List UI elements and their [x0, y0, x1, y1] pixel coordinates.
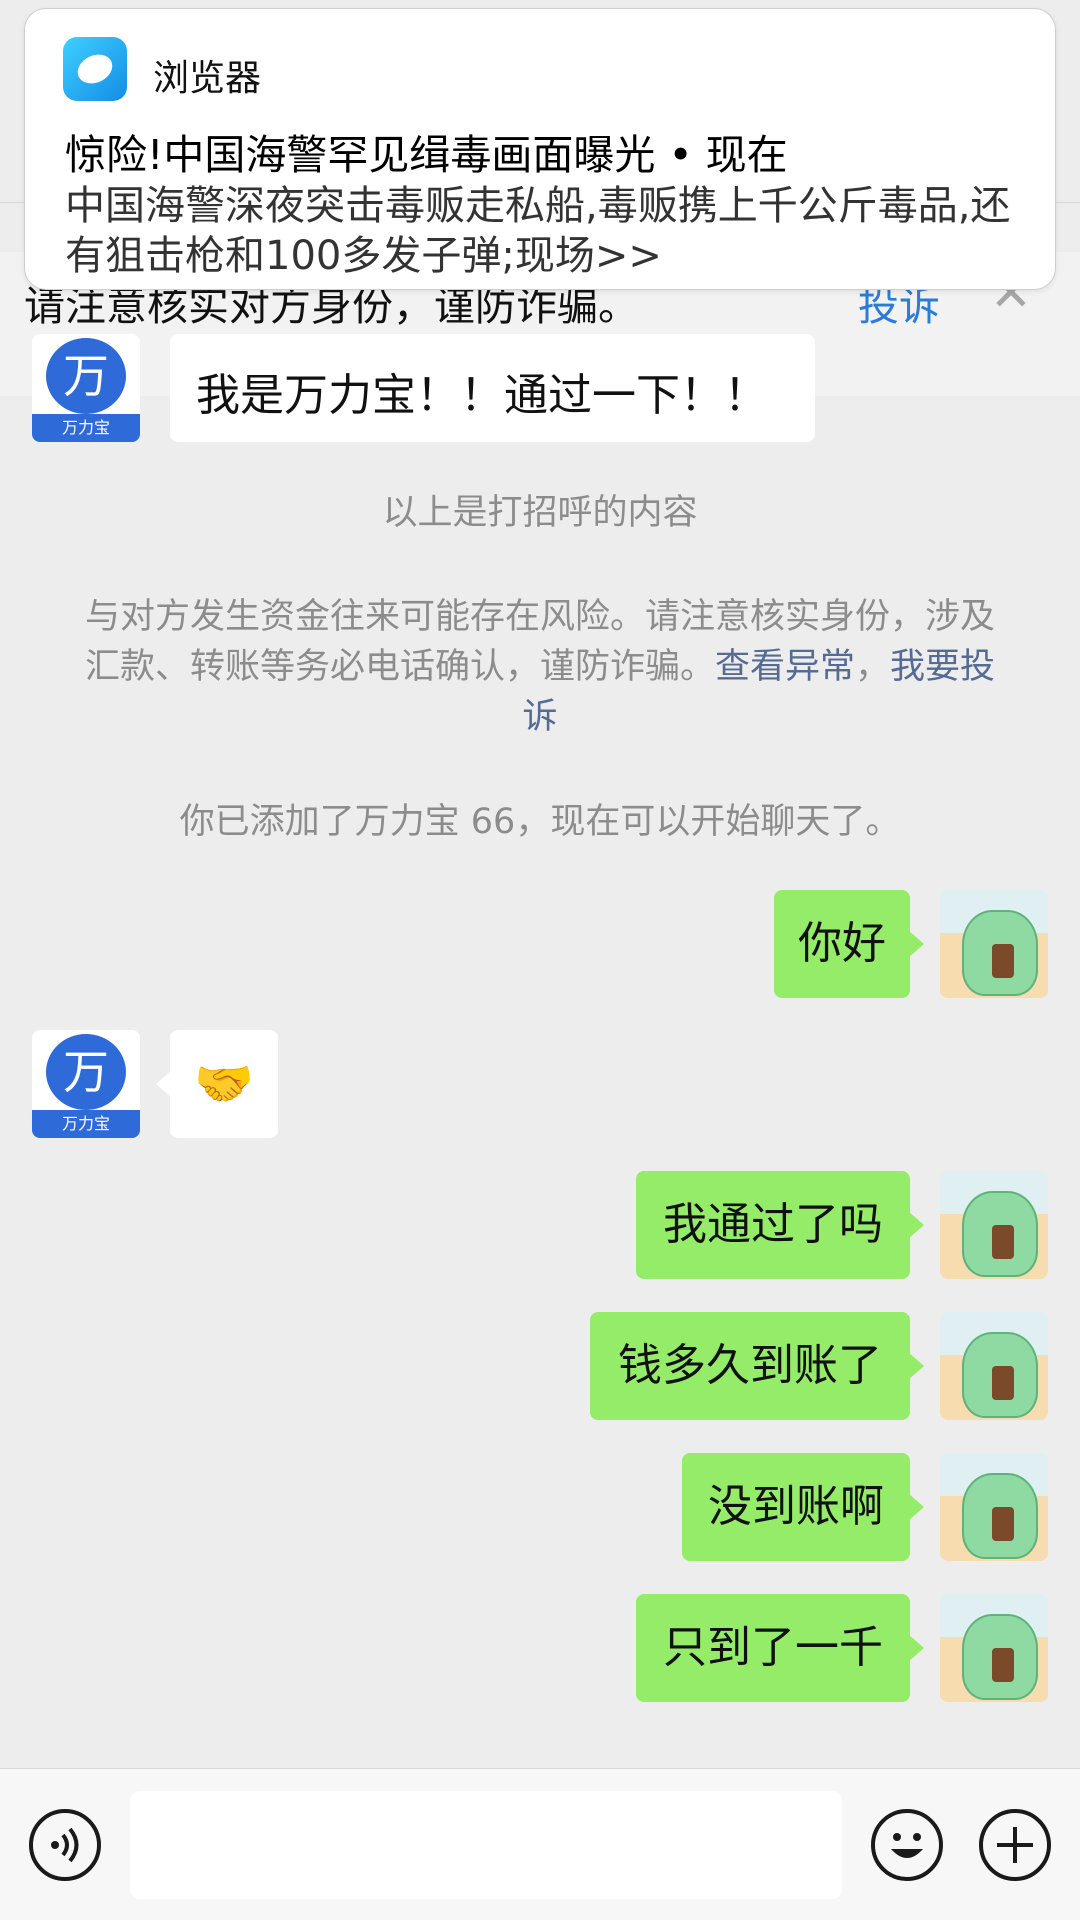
cup-icon: [992, 1366, 1014, 1400]
message-bubble-outgoing[interactable]: 钱多久到账了: [590, 1312, 924, 1420]
message-text: 我是万力宝！！通过一下！！: [196, 370, 768, 421]
browser-app-icon: [63, 37, 127, 101]
avatar-label: 万力宝: [32, 1110, 140, 1138]
message-bubble-outgoing[interactable]: 你好: [774, 890, 924, 998]
risk-notice: 与对方发生资金往来可能存在风险。请注意核实身份，涉及汇款、转账等务必电话确认，谨…: [80, 592, 1000, 742]
message-input[interactable]: [130, 1791, 842, 1899]
notification-title: 惊险!中国海警罕见缉毒画面曝光 • 现在: [65, 131, 788, 179]
avatar-logo-icon: [46, 1034, 126, 1110]
cup-icon: [992, 944, 1014, 978]
view-abnormal-link[interactable]: 查看异常: [715, 647, 855, 687]
input-bar: [0, 1768, 1080, 1920]
contact-avatar[interactable]: 万力宝: [32, 1030, 140, 1138]
push-notification[interactable]: 浏览器 惊险!中国海警罕见缉毒画面曝光 • 现在 中国海警深夜突击毒贩走私船,毒…: [24, 8, 1056, 290]
my-avatar[interactable]: [940, 1171, 1048, 1279]
cup-icon: [992, 1225, 1014, 1259]
notification-body: 中国海警深夜突击毒贩走私船,毒贩携上千公斤毒品,还有狙击枪和100多发子弹;现场…: [65, 183, 1011, 279]
handshake-emoji: 🤝: [194, 1056, 254, 1112]
my-avatar[interactable]: [940, 1594, 1048, 1702]
message-bubble-outgoing[interactable]: 只到了一千: [636, 1594, 924, 1702]
cup-icon: [992, 1648, 1014, 1682]
greeting-note: 以上是打招呼的内容: [382, 493, 698, 533]
my-avatar[interactable]: [940, 1312, 1048, 1420]
contact-avatar[interactable]: 万力宝: [32, 334, 140, 442]
message-bubble-outgoing[interactable]: 我通过了吗: [636, 1171, 924, 1279]
chat-screen: ‹ ··· 请注意核实对方身份，谨防诈骗。 投诉 ✕ 万力宝 我是万力宝！！通过…: [0, 0, 1080, 1920]
my-avatar[interactable]: [940, 1453, 1048, 1561]
plus-icon[interactable]: [979, 1809, 1051, 1881]
emoji-icon[interactable]: [871, 1809, 943, 1881]
my-avatar[interactable]: [940, 890, 1048, 998]
message-bubble-outgoing[interactable]: 没到账啊: [682, 1453, 924, 1561]
message-bubble-incoming[interactable]: 🤝: [156, 1030, 278, 1138]
avatar-logo-icon: [46, 338, 126, 414]
message-bubble-incoming[interactable]: 我是万力宝！！通过一下！！: [170, 334, 815, 442]
avatar-label: 万力宝: [32, 414, 140, 442]
voice-icon[interactable]: [29, 1809, 101, 1881]
risk-separator: ，: [855, 647, 891, 687]
notification-app-name: 浏览器: [153, 58, 262, 99]
cup-icon: [992, 1507, 1014, 1541]
added-notice: 你已添加了万力宝 66，现在可以开始聊天了。: [179, 802, 901, 842]
